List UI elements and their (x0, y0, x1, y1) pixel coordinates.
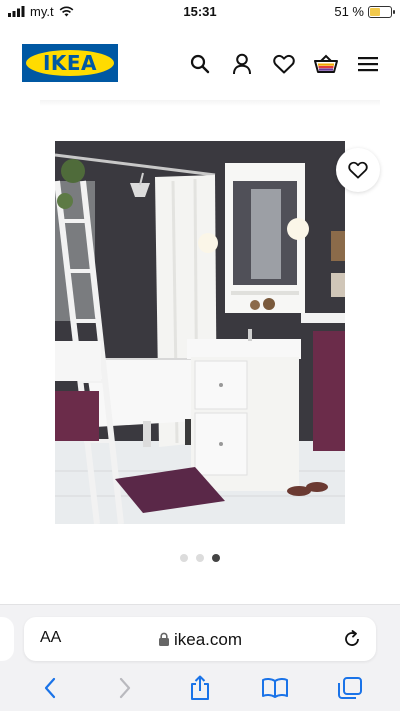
lock-icon (158, 632, 169, 646)
bathroom-scene-image (55, 141, 345, 524)
menu-icon (358, 57, 378, 72)
bookmarks-button[interactable] (260, 673, 290, 703)
logo-text: IKEA (42, 51, 98, 75)
tabs-button[interactable] (335, 673, 365, 703)
back-icon (44, 677, 55, 699)
previous-tab-peek[interactable] (0, 617, 14, 661)
search-icon (190, 54, 210, 74)
browser-toolbar (0, 673, 400, 703)
favourites-button[interactable] (272, 52, 296, 76)
search-button[interactable] (188, 52, 212, 76)
account-button[interactable] (230, 52, 254, 76)
tabs-icon (338, 677, 363, 699)
url-display[interactable]: ikea.com (24, 630, 376, 650)
basket-button[interactable] (314, 52, 338, 76)
status-right: 51 % (334, 4, 395, 19)
back-button[interactable] (35, 673, 65, 703)
header-actions (188, 52, 380, 76)
status-bar: my.t 15:31 51 % (0, 0, 400, 24)
forward-button[interactable] (110, 673, 140, 703)
share-button[interactable] (185, 673, 215, 703)
logo-oval: IKEA (26, 50, 114, 76)
address-bar[interactable]: AA ikea.com (24, 617, 376, 661)
heart-icon (273, 54, 295, 74)
site-header: IKEA (0, 28, 400, 100)
page: my.t 15:31 51 % IKEA AA ikea.com (0, 0, 400, 711)
product-favourite-button[interactable] (336, 148, 380, 192)
battery-percent: 51 % (334, 4, 364, 19)
forward-icon (119, 677, 130, 699)
carousel-dot[interactable] (196, 554, 204, 562)
carousel-dot[interactable] (180, 554, 188, 562)
heart-icon (348, 161, 368, 179)
user-icon (233, 53, 251, 75)
basket-icon (314, 54, 338, 73)
carousel-dots (0, 554, 400, 562)
browser-chrome: AA ikea.com (0, 604, 400, 711)
bookmarks-icon (262, 677, 289, 698)
menu-button[interactable] (356, 52, 380, 76)
battery-level (370, 7, 381, 16)
header-divider (40, 100, 380, 106)
url-text: ikea.com (173, 630, 243, 649)
share-icon (190, 675, 209, 700)
carousel-dot-active[interactable] (212, 554, 220, 562)
ikea-logo[interactable]: IKEA (22, 44, 118, 82)
reload-icon[interactable] (342, 629, 362, 649)
battery-icon (368, 5, 395, 18)
product-image[interactable] (55, 141, 345, 524)
